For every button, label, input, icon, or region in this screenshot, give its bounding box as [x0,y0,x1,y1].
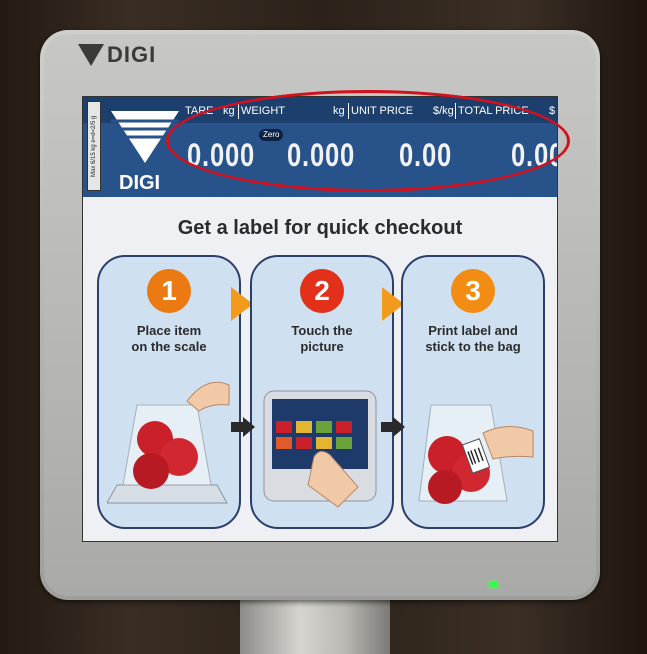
step-arrow-icon [381,417,405,437]
step-3-text: Print label and stick to the bag [425,323,521,354]
step-1-panel: 1 Place item on the scale [97,255,241,529]
arrow-head [243,417,255,437]
step-3-panel: 3 Print label and stick to the bag [401,255,545,529]
capacity-label: Max 6/15 kg e=d=2/5 g [87,101,101,191]
step-2-text: Touch the picture [291,323,353,354]
power-led-icon [489,582,498,587]
instruction-title: Get a label for quick checkout [177,217,463,239]
brand-logo-icon [78,44,104,66]
step-3-number: 3 [451,269,495,313]
red-highlight-circle [166,90,570,192]
brand-name: DIGI [107,42,157,67]
scale-stand [240,592,390,654]
labeled-bag-icon [418,404,534,504]
step-1-text: Place item on the scale [131,323,207,354]
total-price-unit: $ [549,105,556,117]
step-2-number: 2 [300,269,344,313]
touch-tablet-icon [263,390,377,508]
arrow-head [393,417,405,437]
step-2-panel: 2 Touch the picture [250,255,394,529]
arrow-shaft [231,422,243,432]
arrow-shaft [381,422,393,432]
brand-logo: DIGI [78,42,156,68]
bag-of-apples-icon [107,381,230,504]
step-arrow-icon [231,417,255,437]
step-1-number: 1 [147,269,191,313]
display-brand-text: DIGI [119,172,160,194]
